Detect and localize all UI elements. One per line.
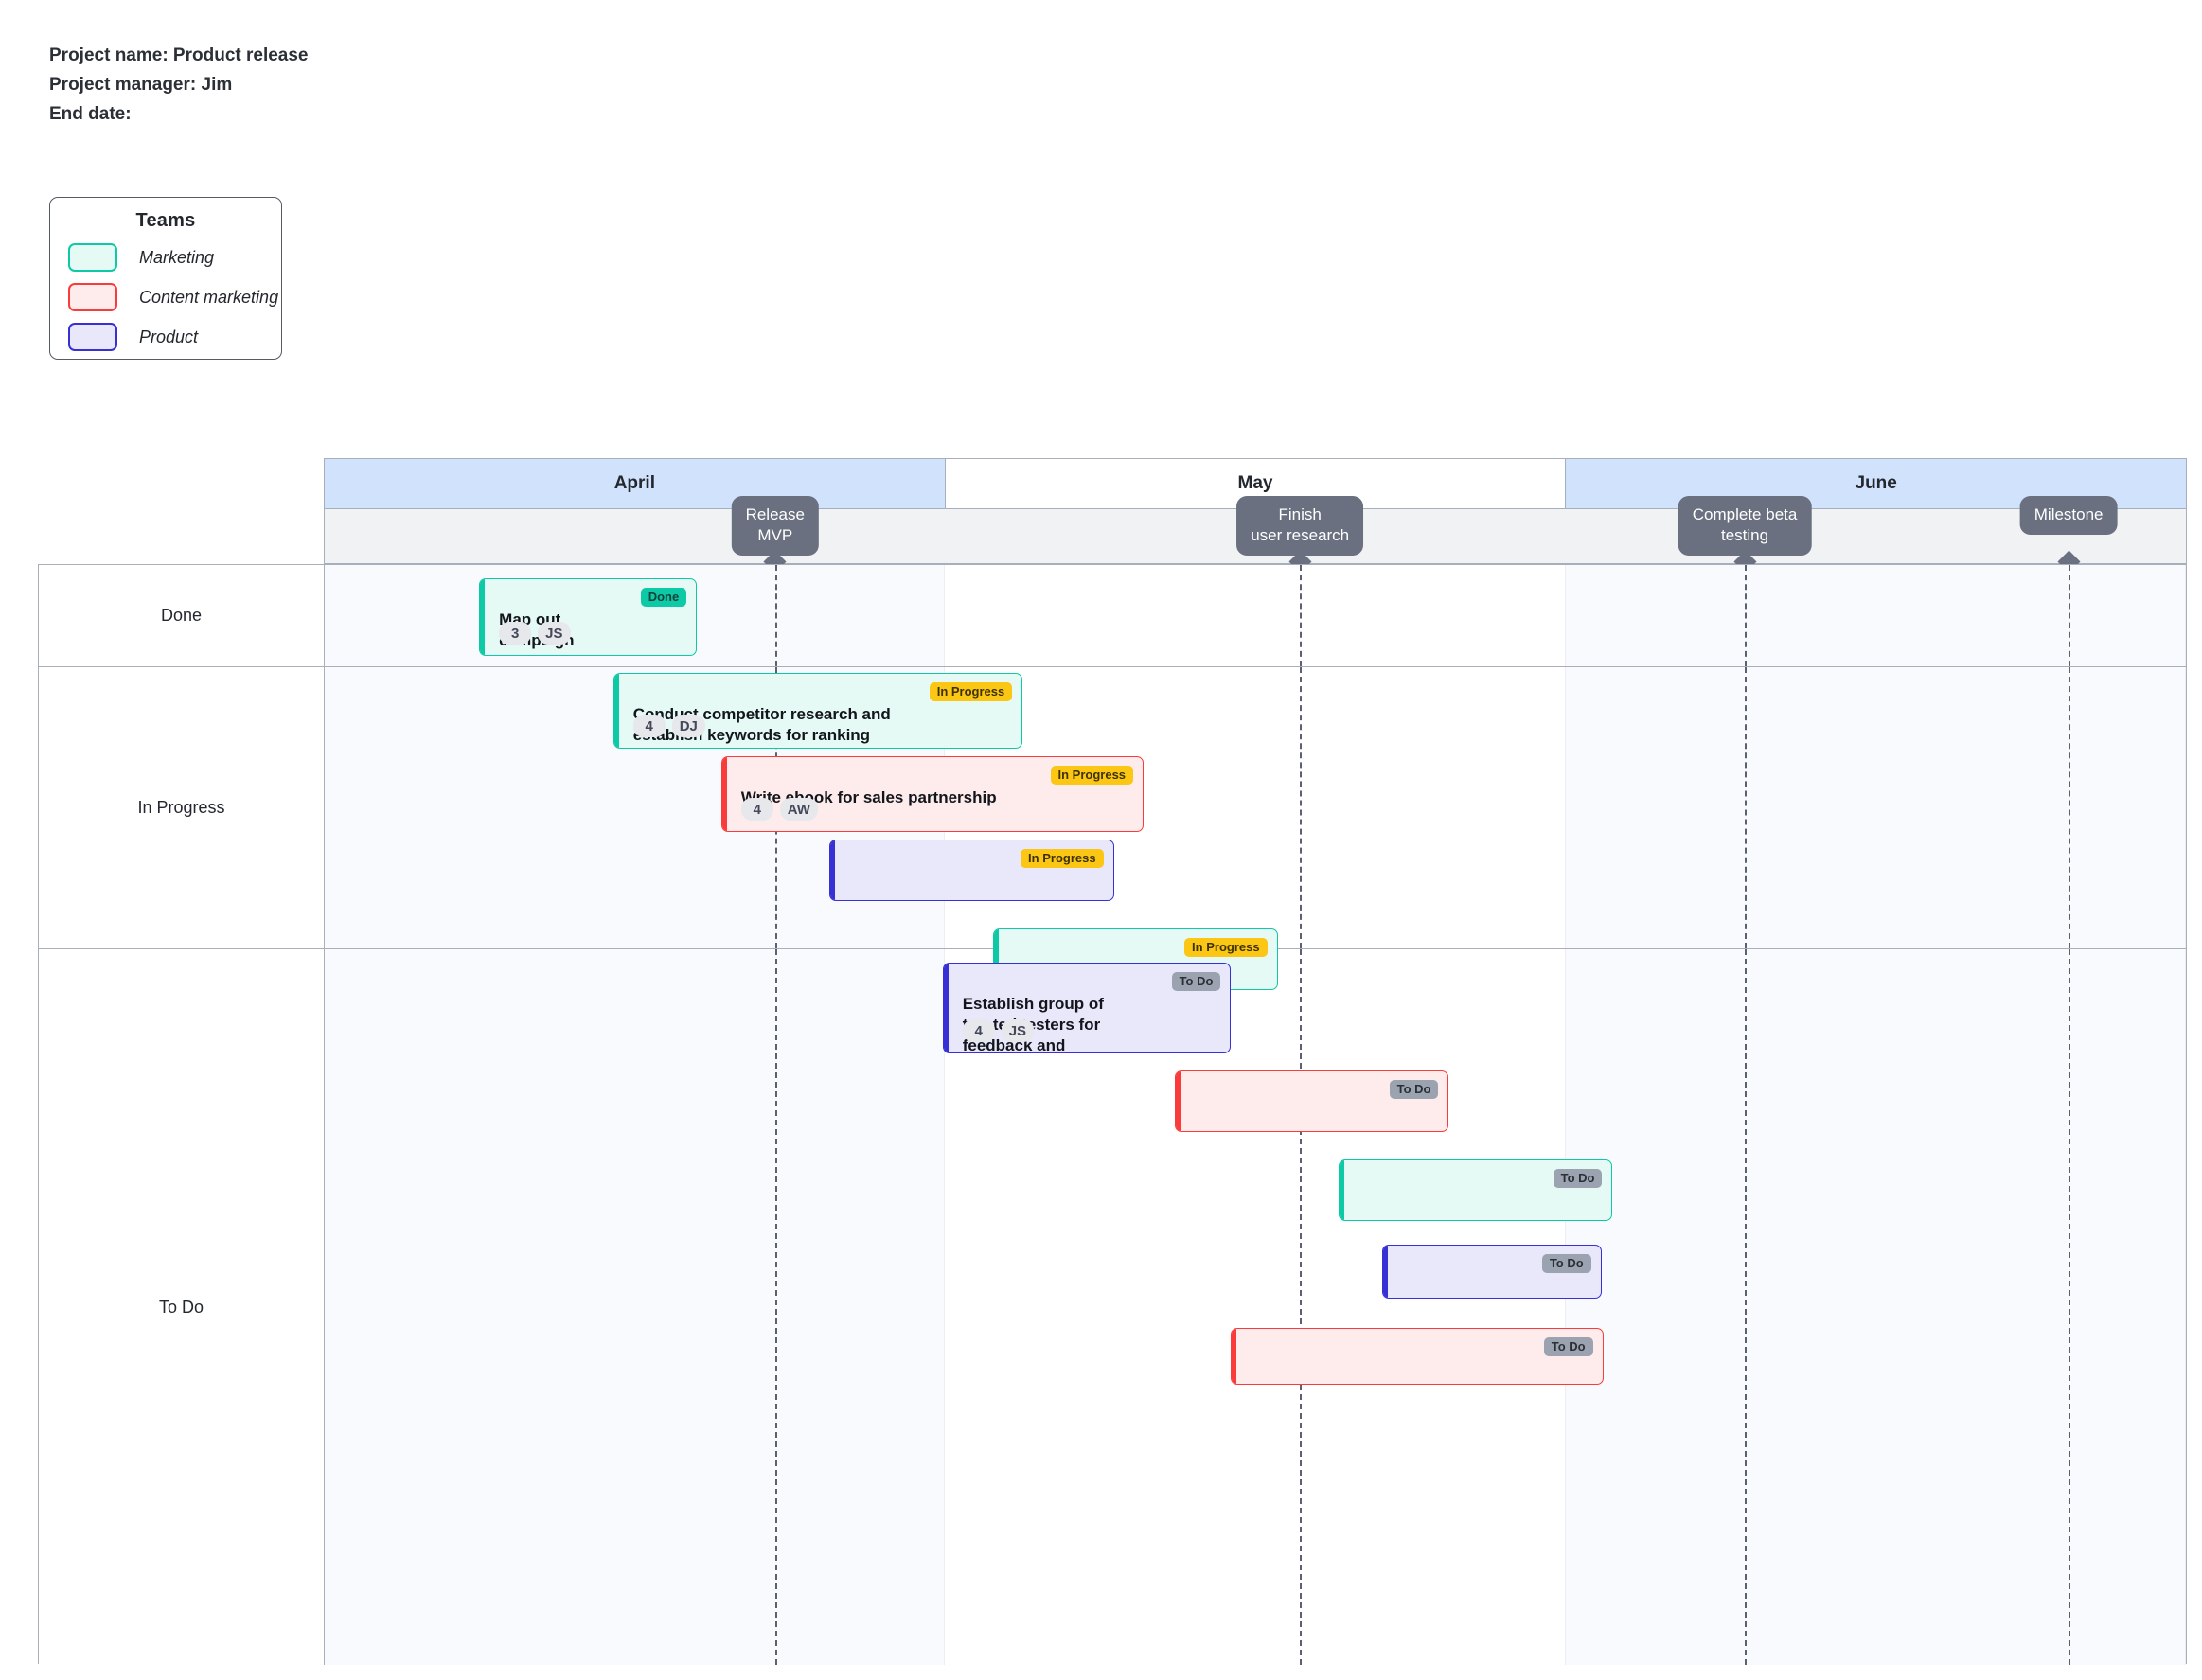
legend-item: Marketing [50, 238, 281, 277]
task-card[interactable]: To Do [1382, 1245, 1602, 1299]
month-band [945, 565, 1565, 666]
task-card-body: In ProgressWrite ebook for sales partner… [722, 757, 1143, 831]
teams-legend-title: Teams [50, 210, 281, 232]
swimlane-row: In ProgressIn ProgressConduct competitor… [39, 667, 2186, 949]
swimlane-track: In ProgressConduct competitor research a… [325, 667, 2186, 948]
legend-item-label: Marketing [139, 248, 214, 268]
milestone-guide-line [775, 949, 777, 1665]
legend-item: Content marketing [50, 277, 281, 317]
milestone-guide-line [775, 565, 777, 666]
task-status-badge: In Progress [1021, 849, 1104, 868]
milestone-marker[interactable]: Finish user research [1236, 496, 1363, 556]
task-assignee-chip: AW [780, 798, 818, 821]
month-header-cell: April [325, 459, 946, 508]
task-card-body: In ProgressConduct competitor research a… [614, 674, 1022, 748]
task-meta: 4 AW [741, 798, 818, 821]
swimlane-track: DoneMap out campaign elements and lead h… [325, 565, 2186, 666]
task-status-badge: In Progress [1051, 766, 1134, 785]
milestone-guide-line [1745, 667, 1747, 948]
task-card[interactable]: To Do [1339, 1159, 1612, 1221]
swimlane-row: To DoTo DoEstablish group of trusted tes… [39, 949, 2186, 1665]
task-status-badge: To Do [1172, 972, 1221, 991]
month-band [945, 949, 1565, 1665]
swimlane-track: To DoEstablish group of trusted testers … [325, 949, 2186, 1665]
task-status-badge: To Do [1554, 1169, 1603, 1188]
milestone-guide-line [2069, 949, 2070, 1665]
milestone-guide-line [1300, 565, 1302, 666]
task-status-badge: To Do [1542, 1254, 1591, 1273]
teams-legend: Teams Marketing Content marketing Product [49, 197, 282, 360]
task-card-body: DoneMap out campaign elements and lead h… [480, 579, 696, 655]
swimlane-label: To Do [39, 949, 325, 1665]
task-points-chip: 3 [499, 622, 531, 645]
milestone-marker[interactable]: Milestone [2020, 496, 2118, 535]
swimlane-label: Done [39, 565, 325, 666]
task-card[interactable]: To DoEstablish group of trusted testers … [943, 963, 1232, 1053]
swimlane-label: In Progress [39, 667, 325, 948]
milestone-guide-line [1300, 667, 1302, 948]
legend-color-swatch [68, 323, 117, 351]
task-card-body: To Do [1176, 1071, 1447, 1131]
task-status-badge: To Do [1390, 1080, 1439, 1099]
legend-item-label: Product [139, 327, 198, 347]
task-status-badge: In Progress [1184, 938, 1268, 957]
project-manager: Project manager: Jim [49, 71, 309, 100]
legend-item-label: Content marketing [139, 288, 278, 308]
task-points-chip: 4 [963, 1019, 995, 1042]
task-points-chip: 4 [633, 715, 666, 737]
task-status-badge: Done [641, 588, 687, 607]
task-points-chip: 4 [741, 798, 773, 821]
task-assignee-chip: JS [538, 622, 570, 645]
gantt-timeline: AprilMayJune Release MVPFinish user rese… [38, 458, 2187, 1664]
milestone-guide-line [2069, 667, 2070, 948]
task-meta: 3 JS [499, 622, 570, 645]
month-band [1566, 949, 2186, 1665]
task-card-body: To Do [1383, 1246, 1601, 1298]
task-card[interactable]: DoneMap out campaign elements and lead h… [479, 578, 697, 656]
task-assignee-chip: JS [1002, 1019, 1034, 1042]
project-meta: Project name: Product release Project ma… [49, 42, 309, 129]
legend-color-swatch [68, 283, 117, 311]
task-card[interactable]: To Do [1231, 1328, 1603, 1385]
task-meta: 4 DJ [633, 715, 705, 737]
swimlane-row: DoneDoneMap out campaign elements and le… [39, 565, 2186, 667]
task-card-body: To Do [1340, 1160, 1611, 1220]
milestone-marker[interactable]: Release MVP [732, 496, 819, 556]
month-band [325, 949, 945, 1665]
gantt-grid-body: DoneDoneMap out campaign elements and le… [38, 564, 2187, 1664]
task-assignee-chip: DJ [672, 715, 705, 737]
milestone-guide-line [1300, 949, 1302, 1665]
milestone-strip: Release MVPFinish user researchComplete … [324, 509, 2187, 564]
task-card[interactable]: To Do [1175, 1070, 1448, 1132]
month-band [1566, 565, 2186, 666]
task-card-body: To DoEstablish group of trusted testers … [944, 964, 1231, 1052]
milestone-marker[interactable]: Complete beta testing [1678, 496, 1812, 556]
legend-color-swatch [68, 243, 117, 272]
milestone-guide-line [1745, 949, 1747, 1665]
task-card[interactable]: In ProgressConduct competitor research a… [613, 673, 1023, 749]
task-card-body: In Progress [830, 840, 1113, 900]
project-end-date: End date: [49, 100, 309, 130]
task-card[interactable]: In Progress [829, 840, 1114, 901]
task-card[interactable]: In ProgressWrite ebook for sales partner… [721, 756, 1144, 832]
project-name: Project name: Product release [49, 42, 309, 71]
task-status-badge: To Do [1544, 1337, 1593, 1356]
milestone-guide-line [1745, 565, 1747, 666]
task-meta: 4 JS [963, 1019, 1034, 1042]
month-band [1566, 667, 2186, 948]
milestone-guide-line [2069, 565, 2070, 666]
legend-item: Product [50, 317, 281, 357]
task-card-body: To Do [1232, 1329, 1602, 1384]
task-status-badge: In Progress [930, 682, 1013, 701]
